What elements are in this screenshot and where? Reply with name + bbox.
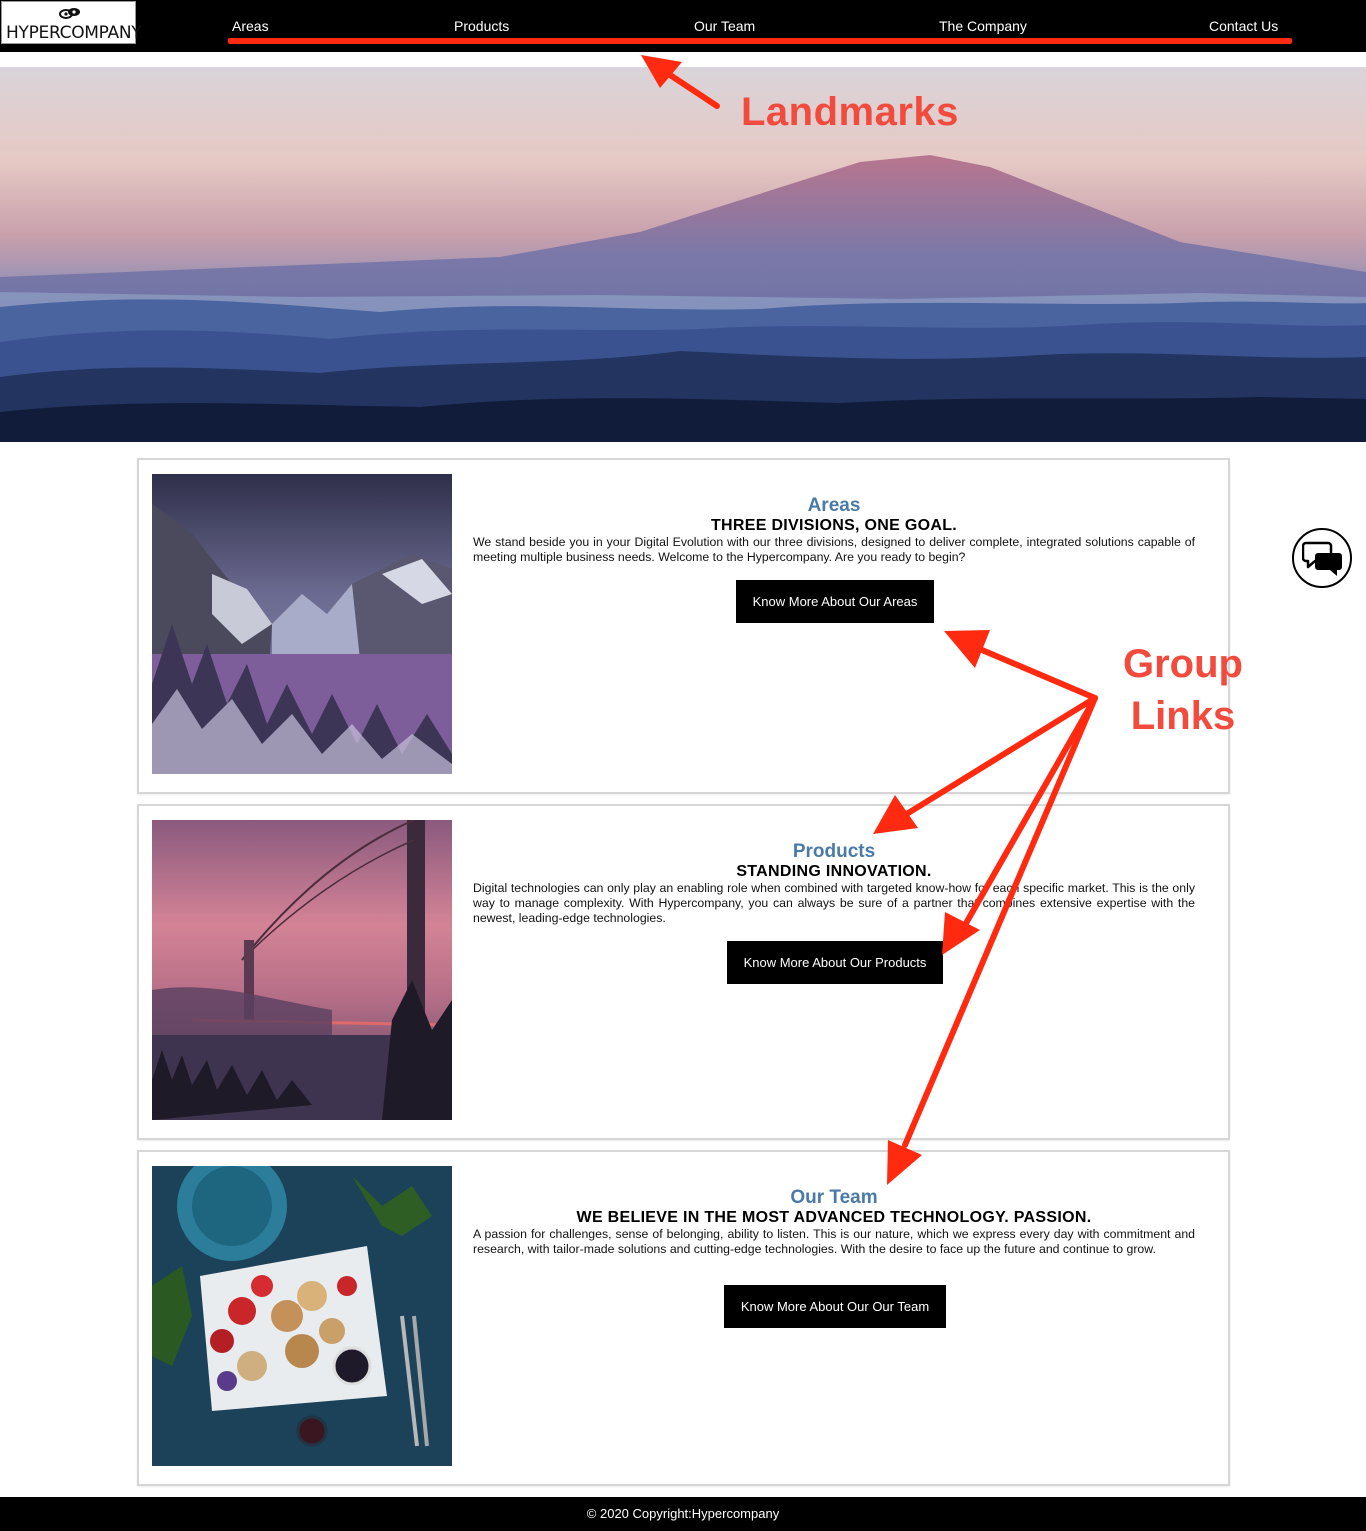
products-section-text: Digital technologies can only play an en… [473, 881, 1195, 925]
chat-widget-button[interactable] [1292, 528, 1352, 588]
products-section-title: Products [792, 841, 876, 862]
areas-section-text: We stand beside you in your Digital Evol… [473, 535, 1195, 564]
areas-valley-image [152, 474, 452, 774]
products-section-subtitle: STANDING INNOVATION. [736, 863, 932, 880]
section-card-areas: Areas THREE DIVISIONS, ONE GOAL. We stan… [137, 458, 1230, 794]
logo-mark-icon [59, 8, 80, 19]
nav-link-our-team[interactable]: Our Team [694, 18, 755, 34]
nav-link-the-company[interactable]: The Company [939, 18, 1027, 34]
header-spacer [0, 52, 1366, 67]
chat-bubbles-icon [1302, 541, 1342, 576]
page-footer: © 2020 Copyright:Hypercompany [0, 1497, 1366, 1531]
footer-copyright: © 2020 Copyright:Hypercompany [586, 1506, 780, 1521]
our-team-section-subtitle: WE BELIEVE IN THE MOST ADVANCED TECHNOLO… [576, 1209, 1092, 1226]
areas-section-subtitle: THREE DIVISIONS, ONE GOAL. [710, 517, 958, 534]
annotation-links-line: Links [1130, 694, 1236, 738]
section-card-products: Products STANDING INNOVATION. Digital te… [137, 804, 1230, 1140]
our-team-section-title: Our Team [790, 1187, 878, 1208]
our-team-food-platter-image [152, 1166, 452, 1466]
landmarks-highlight-line [228, 38, 1292, 44]
our-team-section-text: A passion for challenges, sense of belon… [473, 1227, 1195, 1256]
annotation-group-line: Group [1123, 642, 1243, 686]
site-logo[interactable]: HYPERCOMPANY [1, 1, 142, 44]
products-bridge-image [152, 820, 452, 1120]
know-more-products-button[interactable]: Know More About Our Products [727, 941, 943, 984]
know-more-areas-button[interactable]: Know More About Our Areas [736, 580, 934, 623]
nav-link-contact-us[interactable]: Contact Us [1209, 18, 1278, 34]
logo-text: HYPERCOMPANY [6, 23, 142, 43]
section-card-our-team: Our Team WE BELIEVE IN THE MOST ADVANCED… [137, 1150, 1230, 1486]
know-more-our-team-button[interactable]: Know More About Our Our Team [724, 1285, 946, 1328]
areas-section-title: Areas [807, 495, 861, 516]
top-navigation-bar: HYPERCOMPANY Areas Products Our Team The… [0, 0, 1366, 52]
annotation-landmarks-label: Landmarks [741, 90, 959, 134]
annotation-group-links-label: Group Links [1108, 638, 1258, 742]
hero-mountain-image [0, 67, 1366, 442]
nav-link-products[interactable]: Products [454, 18, 509, 34]
nav-link-areas[interactable]: Areas [232, 18, 269, 34]
